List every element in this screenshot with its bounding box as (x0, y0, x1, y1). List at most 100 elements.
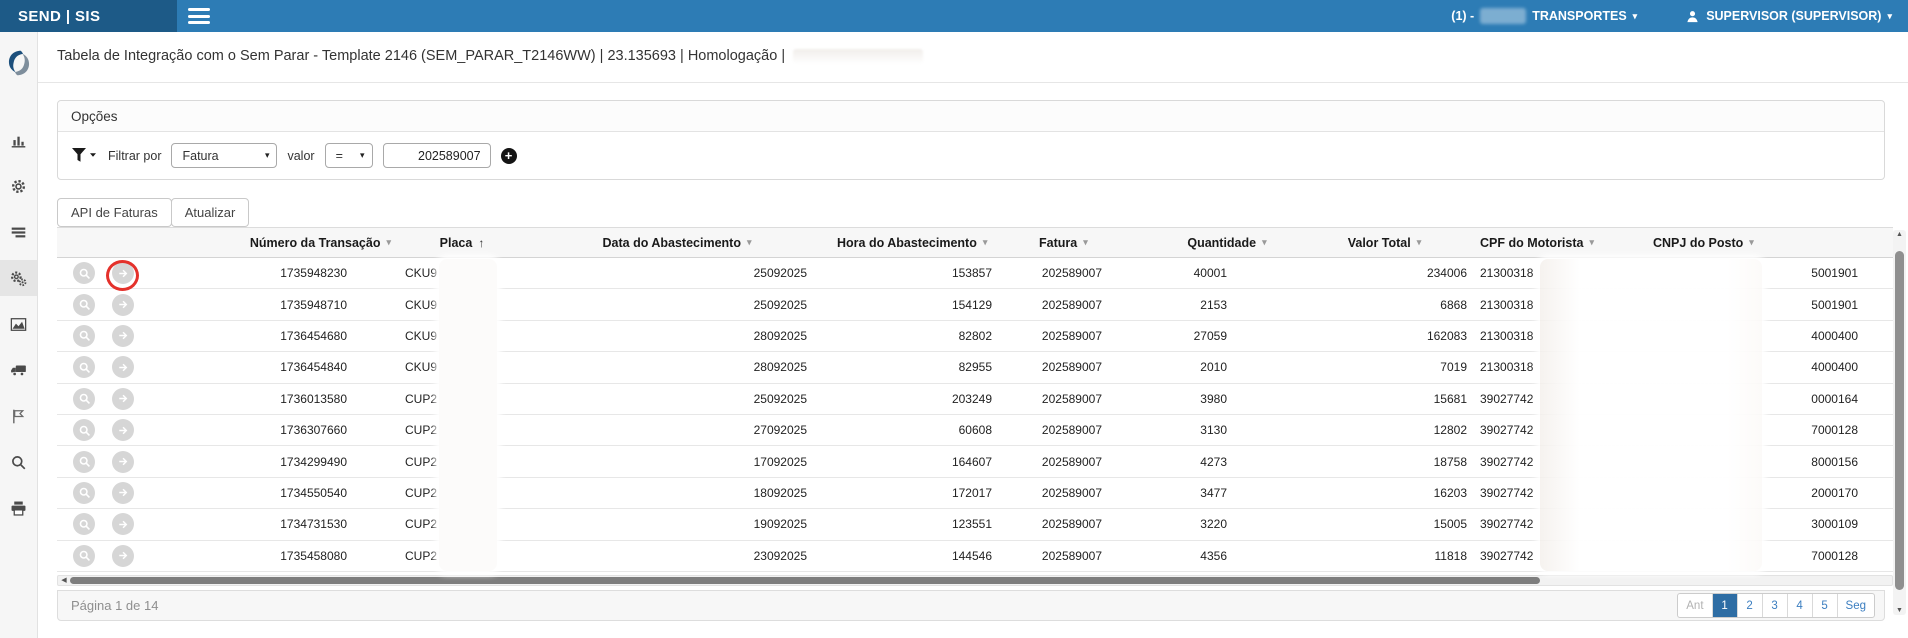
row-search-button[interactable] (73, 513, 95, 535)
row-search-button[interactable] (73, 482, 95, 504)
user-icon (1685, 9, 1700, 24)
row-open-button[interactable] (112, 294, 134, 316)
app-logo-icon[interactable] (5, 48, 33, 80)
column-header-quantidade[interactable]: Quantidade▾ (1157, 228, 1297, 257)
row-open-button[interactable] (112, 419, 134, 441)
pagination-5[interactable]: 5 (1812, 594, 1837, 617)
cell-quantidade: 3130 (1157, 415, 1297, 445)
chevron-down-icon: ▾ (1633, 10, 1638, 22)
row-search-button[interactable] (73, 356, 95, 378)
sort-icon: ▾ (1589, 237, 1594, 248)
column-label: Valor Total (1348, 236, 1411, 250)
sidebar-item-chart-bar[interactable] (0, 122, 37, 158)
cell-valor: 234006 (1297, 258, 1472, 288)
cell-data: 19092025 (527, 509, 827, 539)
pagination-seg[interactable]: Seg (1837, 594, 1874, 617)
pagination-3[interactable]: 3 (1762, 594, 1787, 617)
cell-hora: 164607 (827, 446, 1027, 476)
pagination-2[interactable]: 2 (1737, 594, 1762, 617)
cell-numero: 1736013580 (147, 384, 397, 414)
filter-row: Filtrar por Fatura ▾ valor = ▾ + (58, 132, 1884, 179)
cell-data: 27092025 (527, 415, 827, 445)
row-open-button[interactable] (112, 388, 134, 410)
column-header-placa[interactable]: Placa↑ (397, 228, 527, 257)
sidebar-item-gears[interactable] (0, 260, 37, 296)
sidebar-item-search[interactable] (0, 444, 37, 480)
filter-field-select[interactable]: Fatura ▾ (171, 143, 277, 168)
options-title: Opções (71, 109, 118, 124)
sort-icon: ▾ (983, 237, 988, 248)
column-header-numero[interactable]: Número da Transação▾ (147, 228, 397, 257)
sidebar-item-menu-lines[interactable] (0, 214, 37, 250)
sort-icon: ▾ (1417, 237, 1422, 248)
cell-fatura: 202589007 (1027, 478, 1157, 508)
column-header-hora[interactable]: Hora do Abastecimento▾ (827, 228, 1027, 257)
row-search-button[interactable] (73, 325, 95, 347)
cell-quantidade: 40001 (1157, 258, 1297, 288)
column-label: Fatura (1039, 236, 1077, 250)
row-search-button[interactable] (73, 545, 95, 567)
cell-hora: 172017 (827, 478, 1027, 508)
cell-data: 18092025 (527, 478, 827, 508)
brand-zone: SEND | SIS (0, 0, 177, 32)
cell-data: 25092025 (527, 384, 827, 414)
column-header-cpf[interactable]: CPF do Motorista▾ (1472, 228, 1637, 257)
sort-icon: ▾ (1749, 237, 1754, 248)
row-open-button[interactable] (112, 451, 134, 473)
refresh-button[interactable]: Atualizar (171, 198, 250, 227)
row-search-button[interactable] (73, 294, 95, 316)
vertical-scrollbar-thumb[interactable] (1895, 251, 1904, 590)
row-search-button[interactable] (73, 388, 95, 410)
row-search-button[interactable] (73, 419, 95, 441)
user-menu[interactable]: SUPERVISOR (SUPERVISOR) ▾ (1685, 9, 1892, 24)
pagination-4[interactable]: 4 (1787, 594, 1812, 617)
cell-quantidade: 4273 (1157, 446, 1297, 476)
sidebar-item-gear[interactable] (0, 168, 37, 204)
row-search-button[interactable] (73, 451, 95, 473)
scroll-down-arrow-icon[interactable]: ▼ (1893, 607, 1906, 614)
truck-icon (10, 362, 27, 379)
column-header-data[interactable]: Data do Abastecimento▾ (527, 228, 827, 257)
row-open-button[interactable] (112, 356, 134, 378)
column-header-valor[interactable]: Valor Total ▾ (1297, 228, 1472, 257)
cell-valor: 162083 (1297, 321, 1472, 351)
chevron-down-icon: ▾ (1887, 10, 1892, 22)
scroll-up-arrow-icon[interactable]: ▲ (1893, 231, 1906, 238)
cell-hora: 153857 (827, 258, 1027, 288)
cell-numero: 1735948230 (147, 258, 397, 288)
scroll-left-arrow-icon[interactable]: ◀ (59, 576, 69, 585)
column-header-fatura[interactable]: Fatura▾ (1027, 228, 1157, 257)
row-open-button[interactable] (112, 545, 134, 567)
row-open-button[interactable] (112, 325, 134, 347)
column-header-cnpj[interactable]: CNPJ do Posto▾ (1637, 228, 1893, 257)
filter-field-value: Fatura (182, 149, 218, 163)
cell-numero: 1734550540 (147, 478, 397, 508)
cell-valor: 15005 (1297, 509, 1472, 539)
hamburger-menu-icon[interactable] (188, 8, 210, 24)
sidebar-item-truck[interactable] (0, 352, 37, 388)
row-open-button[interactable] (112, 482, 134, 504)
filter-value-input[interactable] (383, 143, 491, 168)
cell-hora: 203249 (827, 384, 1027, 414)
cell-hora: 123551 (827, 509, 1027, 539)
pagination-1[interactable]: 1 (1712, 594, 1737, 617)
api-faturas-button[interactable]: API de Faturas (57, 198, 172, 227)
row-open-button[interactable] (112, 513, 134, 535)
topbar-right: (1) - TRANSPORTES ▾ SUPERVISOR (SUPERVIS… (1451, 0, 1892, 32)
page-title: Tabela de Integração com o Sem Parar - T… (57, 48, 923, 64)
menu-lines-icon (10, 224, 27, 241)
cell-valor: 11818 (1297, 541, 1472, 571)
sidebar-item-flag[interactable] (0, 398, 37, 434)
printer-icon (10, 500, 27, 517)
add-filter-button[interactable]: + (501, 148, 517, 164)
cell-fatura: 202589007 (1027, 541, 1157, 571)
org-selector[interactable]: (1) - TRANSPORTES ▾ (1451, 8, 1637, 24)
operator-select[interactable]: = ▾ (325, 143, 373, 168)
horizontal-scrollbar-thumb[interactable] (70, 577, 1540, 584)
sidebar-item-printer[interactable] (0, 490, 37, 526)
cell-data: 23092025 (527, 541, 827, 571)
sidebar-item-area-chart[interactable] (0, 306, 37, 342)
filter-funnel-icon[interactable] (71, 147, 98, 164)
cell-fatura: 202589007 (1027, 509, 1157, 539)
row-search-button[interactable] (73, 262, 95, 284)
